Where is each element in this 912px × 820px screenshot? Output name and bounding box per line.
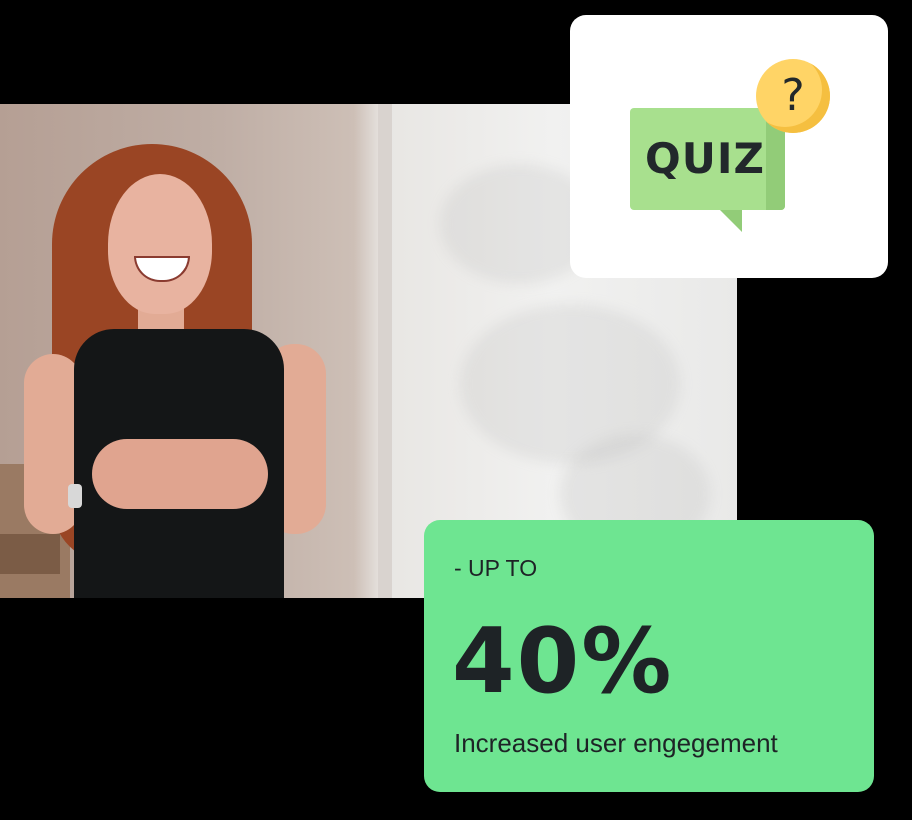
stat-caption: Increased user engegement: [454, 728, 778, 758]
wristwatch: [68, 484, 82, 508]
engagement-stat-card: - UP TO 40% Increased user engegement: [424, 520, 874, 792]
stat-label: - UP TO: [454, 555, 538, 581]
stat-value: 40%: [452, 609, 674, 714]
question-mark-icon: ?: [756, 59, 830, 133]
wall-edge: [378, 104, 392, 598]
person-face: [108, 174, 212, 314]
speech-bubble-tail-icon: [720, 210, 742, 232]
quiz-card: QUIZ ?: [570, 15, 888, 278]
person-hands: [92, 439, 268, 509]
quiz-label: QUIZ: [645, 134, 765, 183]
background-shelf: [0, 534, 60, 574]
